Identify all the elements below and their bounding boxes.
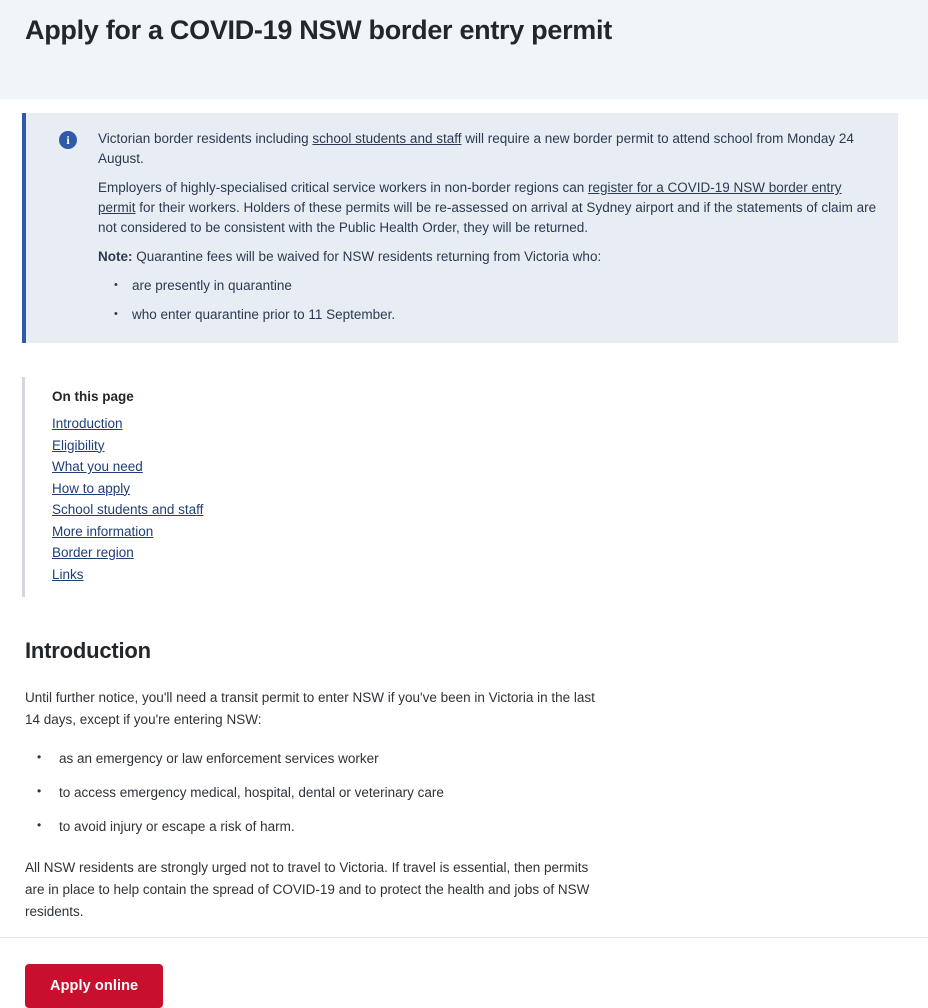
list-item: Eligibility xyxy=(52,437,422,455)
list-item: How to apply xyxy=(52,480,422,498)
callout-p2-after-link: for their workers. Holders of these perm… xyxy=(98,200,877,235)
on-this-page-link-border-region[interactable]: Border region xyxy=(52,545,134,560)
callout-p1-before-link: Victorian border residents including xyxy=(98,131,313,146)
list-item: Border region xyxy=(52,544,422,562)
callout-note: Note: Quarantine fees will be waived for… xyxy=(98,247,880,267)
on-this-page-link-introduction[interactable]: Introduction xyxy=(52,416,123,431)
callout-paragraph-1: Victorian border residents including sch… xyxy=(98,129,880,169)
cta-container: Apply online xyxy=(0,946,928,1008)
callout-container: i Victorian border residents including s… xyxy=(0,99,928,343)
list-item: as an emergency or law enforcement servi… xyxy=(37,747,617,769)
on-this-page-link-school-students-and-staff[interactable]: School students and staff xyxy=(52,502,203,517)
introduction-section: Introduction Until further notice, you'l… xyxy=(25,637,928,923)
note-label: Note: xyxy=(98,249,133,264)
introduction-paragraph-2: All NSW residents are strongly urged not… xyxy=(25,860,590,919)
introduction-bullet-list: as an emergency or law enforcement servi… xyxy=(25,747,617,837)
apply-online-button[interactable]: Apply online xyxy=(25,964,164,1008)
callout-paragraph-2: Employers of highly-specialised critical… xyxy=(98,178,880,238)
note-text: Quarantine fees will be waived for NSW r… xyxy=(132,249,602,264)
introduction-paragraph-1: Until further notice, you'll need a tran… xyxy=(25,690,595,727)
list-item: to access emergency medical, hospital, d… xyxy=(37,781,617,803)
school-students-and-staff-link[interactable]: school students and staff xyxy=(312,131,461,146)
section-divider xyxy=(0,937,928,938)
on-this-page-link-links[interactable]: Links xyxy=(52,567,84,582)
callout-note-list: are presently in quarantine who enter qu… xyxy=(98,275,880,325)
list-item: School students and staff xyxy=(52,501,422,519)
list-item: Introduction xyxy=(52,415,422,433)
on-this-page-nav: On this page Introduction Eligibility Wh… xyxy=(22,377,422,597)
on-this-page-list: Introduction Eligibility What you need H… xyxy=(52,415,422,584)
on-this-page-link-what-you-need[interactable]: What you need xyxy=(52,459,143,474)
list-item: Links xyxy=(52,566,422,584)
page-title: Apply for a COVID-19 NSW border entry pe… xyxy=(25,15,612,45)
list-item: What you need xyxy=(52,458,422,476)
list-item: who enter quarantine prior to 11 Septemb… xyxy=(114,304,880,325)
list-item: are presently in quarantine xyxy=(114,275,880,296)
info-icon: i xyxy=(59,131,77,149)
info-callout: i Victorian border residents including s… xyxy=(22,113,898,343)
on-this-page-link-eligibility[interactable]: Eligibility xyxy=(52,438,105,453)
list-item: More information xyxy=(52,523,422,541)
on-this-page-link-more-information[interactable]: More information xyxy=(52,524,153,539)
on-this-page-title: On this page xyxy=(52,389,134,404)
on-this-page-link-how-to-apply[interactable]: How to apply xyxy=(52,481,130,496)
callout-p2-before-link: Employers of highly-specialised critical… xyxy=(98,180,588,195)
info-callout-body: Victorian border residents including sch… xyxy=(98,129,880,325)
list-item: to avoid injury or escape a risk of harm… xyxy=(37,815,617,837)
introduction-heading: Introduction xyxy=(25,638,151,663)
page-header: Apply for a COVID-19 NSW border entry pe… xyxy=(0,0,928,99)
